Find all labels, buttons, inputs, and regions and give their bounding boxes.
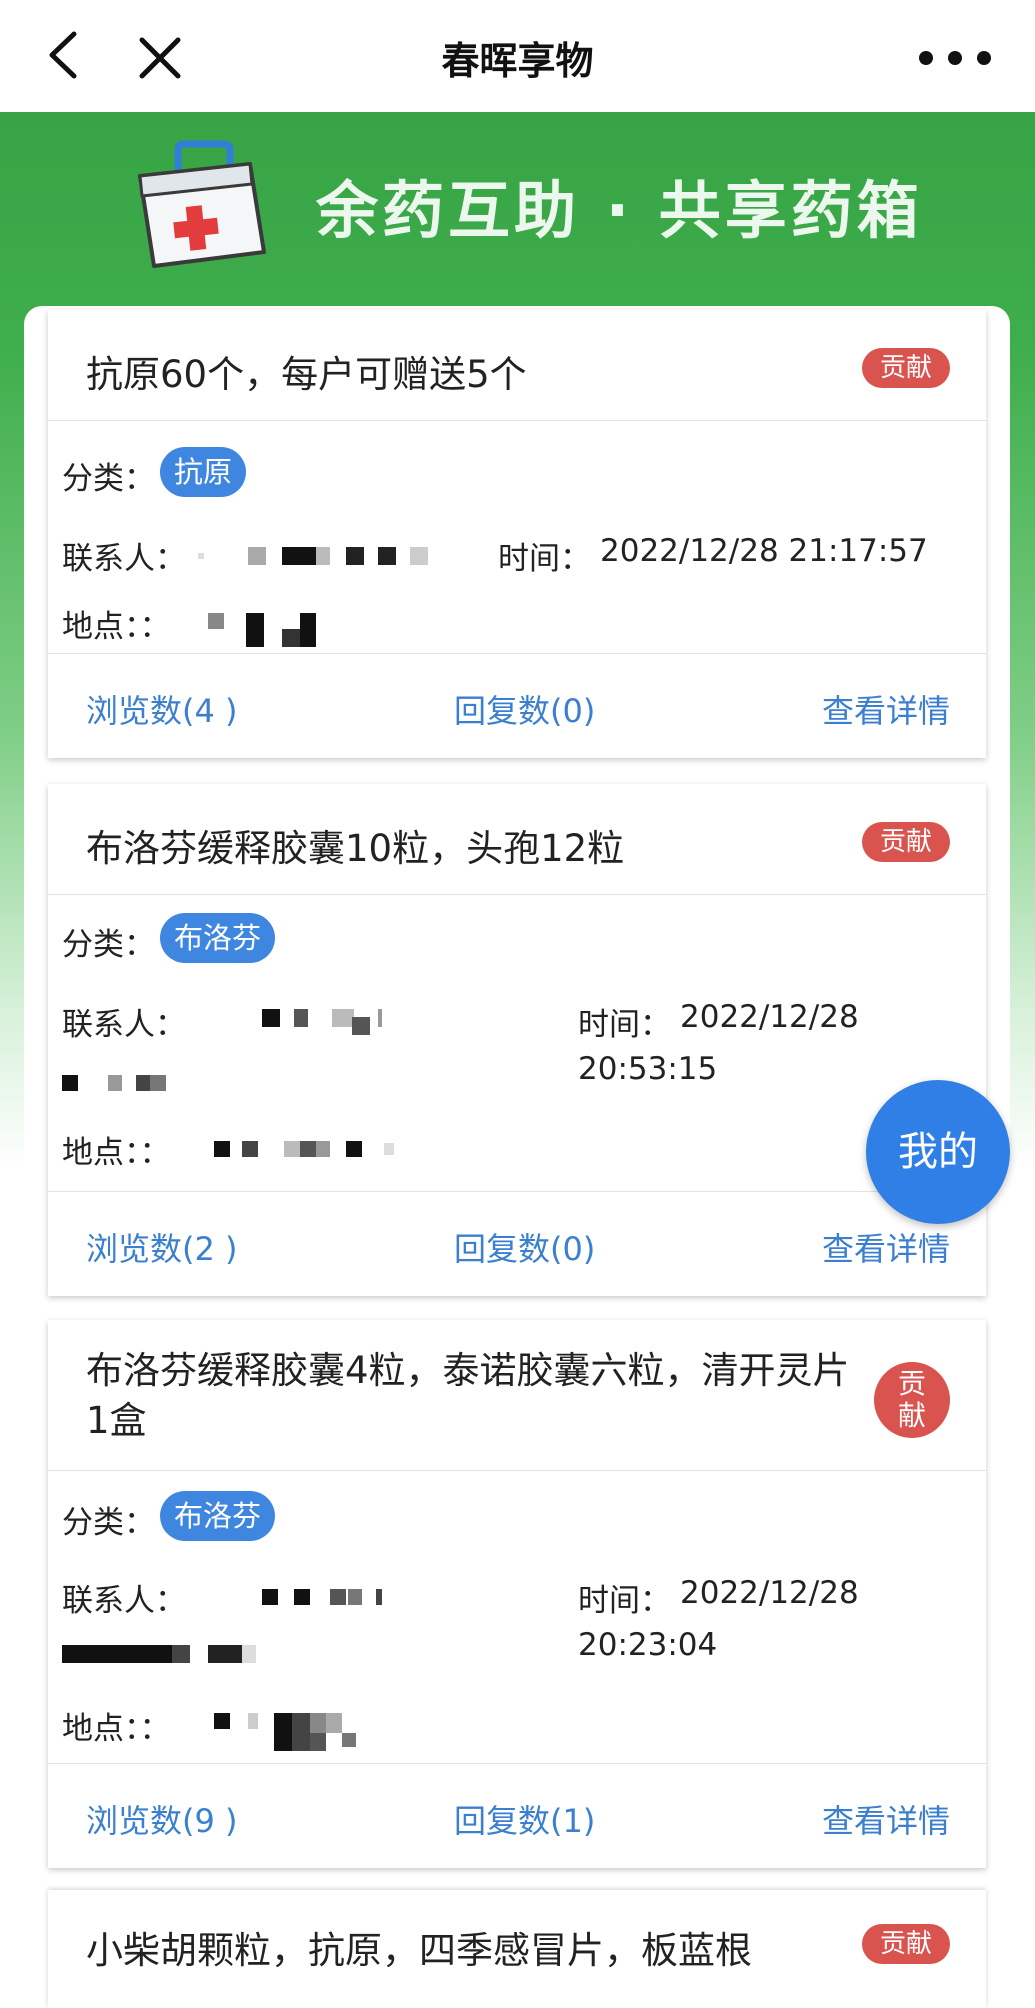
location-redacted — [214, 1711, 374, 1751]
view-details-link[interactable]: 查看详情 — [822, 686, 950, 732]
post-title[interactable]: 抗原60个，每户可赠送5个 — [86, 344, 527, 398]
top-nav-bar: 春晖享物 — [0, 0, 1035, 112]
my-button[interactable]: 我的 — [866, 1080, 1010, 1224]
contribute-badge-line2: 献 — [897, 1399, 926, 1432]
view-details-link[interactable]: 查看详情 — [822, 1796, 950, 1842]
views-count[interactable]: 浏览数(2 ) — [86, 1224, 238, 1270]
post-card-footer: 浏览数(2 ) 回复数(0) 查看详情 — [48, 1192, 986, 1296]
post-title[interactable]: 布洛芬缓释胶囊4粒，泰诺胶囊六粒，清开灵片1盒 — [86, 1346, 866, 1446]
replies-count[interactable]: 回复数(0) — [454, 1224, 595, 1270]
contribute-badge: 贡献 — [862, 822, 950, 862]
post-time-date: 2022/12/28 — [680, 1575, 859, 1611]
post-card: 小柴胡颗粒，抗原，四季感冒片，板蓝根 贡献 — [48, 1890, 986, 2008]
post-card-body: 分类： 布洛芬 联系人： 时间： 2022/12/28 20:23:04 地点：… — [48, 1471, 986, 1764]
category-tag[interactable]: 布洛芬 — [160, 913, 276, 963]
post-title[interactable]: 小柴胡颗粒，抗原，四季感冒片，板蓝根 — [86, 1920, 752, 1974]
contribute-badge: 贡 献 — [874, 1362, 950, 1438]
post-title[interactable]: 布洛芬缓释胶囊10粒，头孢12粒 — [86, 818, 624, 872]
contact-redacted — [198, 543, 438, 569]
post-time: 2022/12/28 21:17:57 — [600, 533, 928, 569]
post-card-header: 布洛芬缓释胶囊10粒，头孢12粒 贡献 — [48, 784, 986, 895]
time-label: 时间： — [498, 541, 591, 577]
contribute-badge: 贡献 — [862, 348, 950, 388]
post-card-header: 小柴胡颗粒，抗原，四季感冒片，板蓝根 贡献 — [48, 1890, 986, 2000]
view-details-link[interactable]: 查看详情 — [822, 1224, 950, 1270]
post-card-footer: 浏览数(9 ) 回复数(1) 查看详情 — [48, 1764, 986, 1868]
replies-count[interactable]: 回复数(0) — [454, 686, 595, 732]
contact-label: 联系人： — [62, 541, 186, 577]
category-tag[interactable]: 布洛芬 — [160, 1491, 276, 1541]
banner-slogan: 余药互助 · 共享药箱 — [316, 174, 923, 247]
category-label: 分类： — [62, 461, 155, 497]
post-time-date: 2022/12/28 — [680, 999, 859, 1035]
location-label: 地点：： — [62, 1711, 171, 1747]
replies-count[interactable]: 回复数(1) — [454, 1796, 595, 1842]
post-card-body: 分类： 抗原 联系人： 时间： 2022/12/28 21:17:57 地点：： — [48, 421, 986, 654]
contribute-badge-line1: 贡 — [897, 1367, 926, 1400]
contact-redacted — [62, 1587, 382, 1667]
location-redacted — [214, 1139, 414, 1161]
post-card: 布洛芬缓释胶囊4粒，泰诺胶囊六粒，清开灵片1盒 贡 献 分类： 布洛芬 联系人：… — [48, 1320, 986, 1868]
time-label: 时间： — [578, 1583, 671, 1619]
category-tag[interactable]: 抗原 — [160, 447, 247, 497]
category-label: 分类： — [62, 927, 155, 963]
location-label: 地点：： — [62, 1135, 171, 1171]
contribute-badge: 贡献 — [862, 1924, 950, 1964]
post-card-footer: 浏览数(4 ) 回复数(0) 查看详情 — [48, 654, 986, 758]
location-redacted — [208, 613, 328, 649]
location-label: 地点：： — [62, 609, 171, 645]
post-card: 布洛芬缓释胶囊10粒，头孢12粒 贡献 分类： 布洛芬 联系人： 时间： 202… — [48, 784, 986, 1296]
more-options-icon[interactable] — [918, 50, 992, 66]
post-card-header: 抗原60个，每户可赠送5个 贡献 — [48, 310, 986, 421]
post-time-clock: 20:23:04 — [578, 1627, 718, 1663]
page-title: 春晖享物 — [441, 39, 594, 83]
medical-kit-icon — [138, 140, 266, 268]
contact-redacted — [62, 1009, 382, 1095]
category-label: 分类： — [62, 1505, 155, 1541]
post-time-clock: 20:53:15 — [578, 1051, 718, 1087]
views-count[interactable]: 浏览数(9 ) — [86, 1796, 238, 1842]
time-label: 时间： — [578, 1007, 671, 1043]
views-count[interactable]: 浏览数(4 ) — [86, 686, 238, 732]
post-card-body: 分类： 布洛芬 联系人： 时间： 2022/12/28 20:53:15 地点：… — [48, 895, 986, 1192]
post-card: 抗原60个，每户可赠送5个 贡献 分类： 抗原 联系人： 时间： 2022/12… — [48, 310, 986, 758]
post-card-header: 布洛芬缓释胶囊4粒，泰诺胶囊六粒，清开灵片1盒 贡 献 — [48, 1320, 986, 1471]
